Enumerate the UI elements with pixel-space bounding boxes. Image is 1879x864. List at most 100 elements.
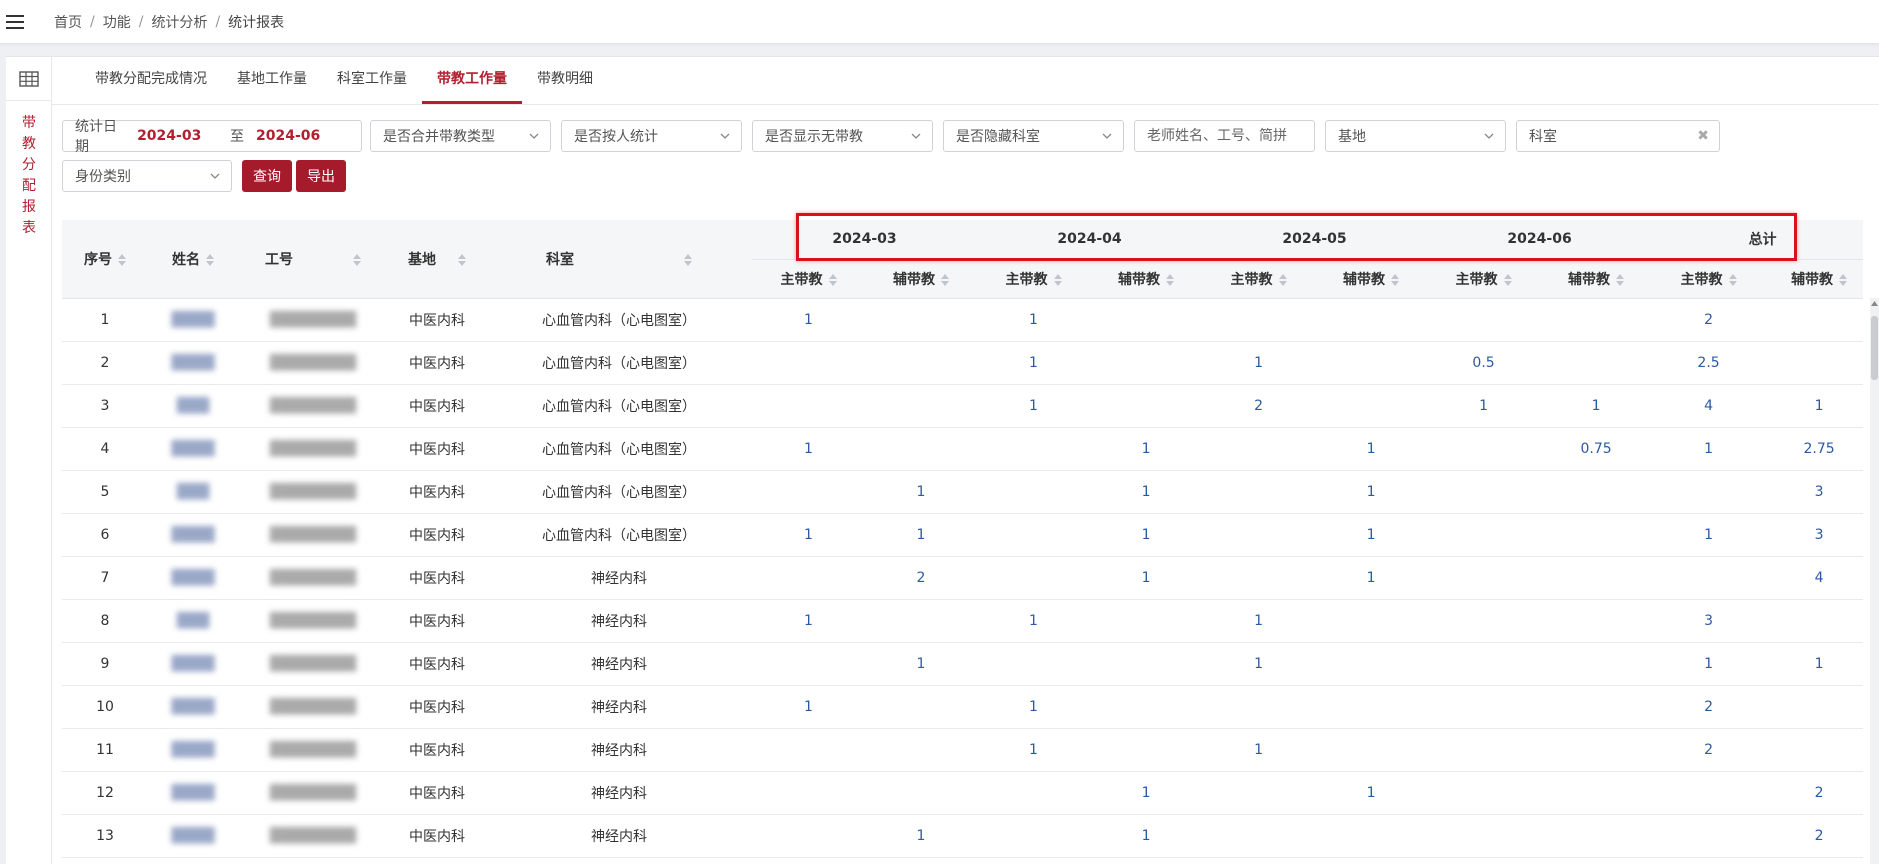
subheader-main[interactable]: 主带教 (977, 259, 1091, 299)
cell-value[interactable]: 1 (1540, 384, 1653, 428)
cell-value[interactable]: 1 (865, 470, 978, 514)
vertical-scrollbar[interactable] (1870, 298, 1879, 864)
cell-value[interactable]: 1 (1765, 384, 1863, 428)
cell-value[interactable]: 1 (977, 685, 1091, 729)
merge-type-select[interactable]: 是否合并带教类型 (370, 120, 551, 152)
cell-value[interactable]: 1 (1315, 470, 1428, 514)
cell-value[interactable]: 1 (752, 298, 865, 342)
cell-value[interactable]: 1 (977, 599, 1091, 643)
date-start[interactable]: 2024-03 (137, 128, 230, 144)
cell-value[interactable]: 1 (1652, 427, 1766, 471)
cell-value (1427, 728, 1541, 772)
cell-value[interactable]: 1 (865, 814, 978, 858)
cell-value[interactable]: 1 (1090, 556, 1203, 600)
cell-value[interactable]: 2.75 (1765, 427, 1863, 471)
tab-dept-workload[interactable]: 科室工作量 (322, 56, 422, 104)
tab-assignment-completion[interactable]: 带教分配完成情况 (80, 56, 222, 104)
cell-value[interactable]: 2 (1652, 685, 1766, 729)
export-button[interactable]: 导出 (296, 160, 346, 192)
header-name[interactable]: 姓名 (148, 220, 238, 299)
subheader-assist[interactable]: 辅带教 (865, 259, 978, 299)
tab-teaching-detail[interactable]: 带教明细 (522, 56, 608, 104)
base-select[interactable]: 基地 (1325, 120, 1506, 152)
breadcrumb-home[interactable]: 首页 (54, 12, 82, 32)
cell-value[interactable]: 1 (752, 427, 865, 471)
cell-value[interactable]: 1 (1090, 513, 1203, 557)
clear-icon[interactable]: ✖ (1697, 128, 1709, 144)
cell-name: ████ (148, 685, 238, 729)
subheader-assist[interactable]: 辅带教 (1540, 259, 1653, 299)
cell-value[interactable]: 4 (1652, 384, 1766, 428)
scroll-up-icon[interactable] (1870, 300, 1879, 308)
cell-value[interactable]: 3 (1765, 470, 1863, 514)
subheader-assist[interactable]: 辅带教 (1315, 259, 1428, 299)
cell-base: 中医内科 (388, 341, 486, 385)
breadcrumb-statistics[interactable]: 统计分析 (151, 12, 207, 32)
cell-value[interactable]: 2 (865, 556, 978, 600)
tab-base-workload[interactable]: 基地工作量 (222, 56, 322, 104)
show-none-select[interactable]: 是否显示无带教 (752, 120, 933, 152)
query-button[interactable]: 查询 (242, 160, 292, 192)
subheader-main[interactable]: 主带教 (1202, 259, 1316, 299)
tab-teaching-workload[interactable]: 带教工作量 (422, 56, 522, 104)
cell-value[interactable]: 2 (1765, 814, 1863, 858)
date-range-picker[interactable]: 统计日期 2024-03 至 2024-06 (62, 119, 362, 155)
side-title-char: 表 (22, 220, 36, 236)
cell-value[interactable]: 1 (1315, 556, 1428, 600)
cell-value[interactable]: 1 (752, 685, 865, 729)
cell-value[interactable]: 2 (1652, 298, 1766, 342)
subheader-assist[interactable]: 辅带教 (1090, 259, 1203, 299)
cell-value[interactable]: 1 (1202, 341, 1316, 385)
header-id[interactable]: 工号 (238, 220, 388, 299)
cell-value[interactable]: 1 (752, 513, 865, 557)
cell-value[interactable]: 3 (1765, 513, 1863, 557)
cell-value[interactable]: 1 (977, 384, 1091, 428)
identity-select[interactable]: 身份类别 (62, 160, 232, 192)
cell-value[interactable]: 1 (977, 728, 1091, 772)
cell-value[interactable]: 4 (1765, 556, 1863, 600)
by-person-select[interactable]: 是否按人统计 (561, 120, 742, 152)
header-no[interactable]: 序号 (62, 220, 148, 299)
header-base[interactable]: 基地 (388, 220, 486, 299)
hamburger-menu-icon[interactable] (0, 0, 30, 44)
dept-select[interactable]: 科室 ✖ (1516, 120, 1720, 152)
cell-value[interactable]: 1 (1315, 513, 1428, 557)
cell-value[interactable]: 1 (1090, 771, 1203, 815)
cell-value[interactable]: 1 (1652, 642, 1766, 686)
cell-value[interactable]: 1 (1765, 642, 1863, 686)
cell-value[interactable]: 3 (1652, 599, 1766, 643)
cell-value[interactable]: 1 (977, 298, 1091, 342)
subheader-main[interactable]: 主带教 (752, 259, 865, 299)
cell-value[interactable]: 1 (1202, 599, 1316, 643)
cell-value[interactable]: 1 (1315, 771, 1428, 815)
subheader-assist[interactable]: 辅带教 (1765, 259, 1863, 299)
cell-value[interactable]: 1 (1090, 427, 1203, 471)
scrollbar-thumb[interactable] (1871, 316, 1878, 380)
cell-value[interactable]: 2 (1765, 771, 1863, 815)
cell-value[interactable]: 0.5 (1427, 341, 1541, 385)
cell-value[interactable]: 1 (1315, 427, 1428, 471)
cell-value[interactable]: 1 (977, 341, 1091, 385)
header-dept[interactable]: 科室 (486, 220, 752, 299)
cell-value[interactable]: 1 (1202, 642, 1316, 686)
cell-value[interactable]: 2.5 (1652, 341, 1766, 385)
cell-value[interactable]: 1 (865, 513, 978, 557)
table-grid-icon[interactable] (6, 57, 52, 101)
cell-value[interactable]: 1 (865, 642, 978, 686)
subheader-main[interactable]: 主带教 (1427, 259, 1541, 299)
teacher-search-input[interactable] (1134, 120, 1315, 152)
cell-value[interactable]: 2 (1652, 728, 1766, 772)
breadcrumb-function[interactable]: 功能 (103, 12, 131, 32)
date-end[interactable]: 2024-06 (256, 128, 349, 144)
cell-value[interactable]: 1 (1090, 470, 1203, 514)
cell-value[interactable]: 0.75 (1540, 427, 1653, 471)
cell-value[interactable]: 2 (1202, 384, 1316, 428)
cell-value[interactable]: 1 (1652, 513, 1766, 557)
hide-dept-select[interactable]: 是否隐藏科室 (943, 120, 1124, 152)
subheader-main[interactable]: 主带教 (1652, 259, 1766, 299)
cell-value[interactable]: 1 (1427, 384, 1541, 428)
cell-value[interactable]: 1 (1090, 814, 1203, 858)
cell-value[interactable]: 1 (752, 599, 865, 643)
cell-value (1540, 728, 1653, 772)
cell-value[interactable]: 1 (1202, 728, 1316, 772)
